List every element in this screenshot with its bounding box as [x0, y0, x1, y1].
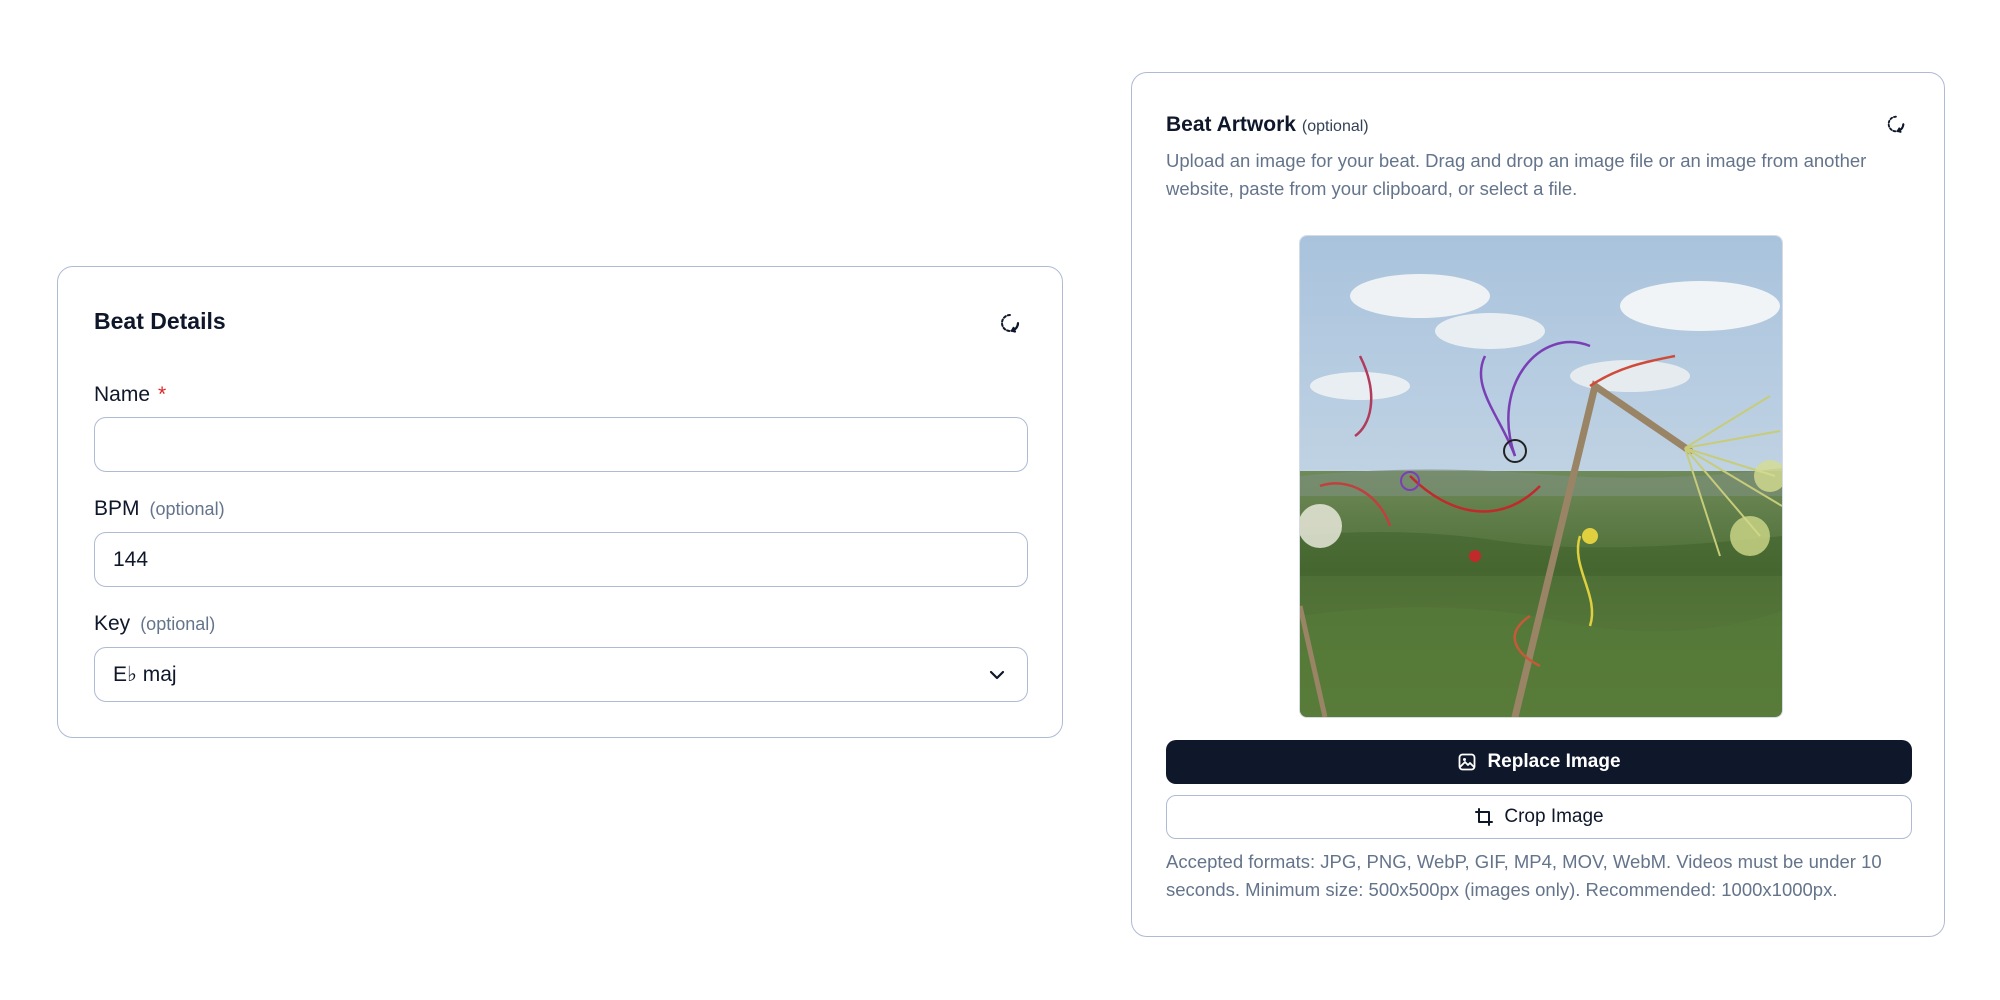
name-input[interactable] [94, 417, 1028, 472]
artwork-optional-hint: (optional) [1301, 118, 1369, 135]
required-marker: * [158, 383, 167, 406]
crop-image-label: Crop Image [1504, 806, 1604, 827]
beat-details-card: Beat Details Name * BPM (optional) Key (opt… [57, 266, 1063, 738]
name-label: Name * [94, 383, 166, 407]
bpm-optional-hint: (optional) [149, 499, 225, 519]
refresh-icon[interactable] [998, 311, 1022, 335]
beat-artwork-title: Beat Artwork (optional) [1166, 113, 1369, 137]
bpm-label-text: BPM [94, 497, 140, 520]
refresh-icon[interactable] [1885, 113, 1907, 135]
beat-artwork-title-text: Beat Artwork [1166, 113, 1296, 136]
replace-image-button[interactable]: Replace Image [1166, 740, 1912, 784]
replace-image-label: Replace Image [1487, 751, 1621, 772]
key-optional-hint: (optional) [140, 614, 216, 634]
image-icon [1457, 752, 1477, 772]
crop-icon [1474, 807, 1494, 827]
beat-details-title: Beat Details [94, 308, 226, 334]
crop-image-button[interactable]: Crop Image [1166, 795, 1912, 839]
key-label-text: Key [94, 612, 131, 635]
name-label-text: Name [94, 383, 151, 406]
key-select-value: E♭ maj [113, 663, 177, 686]
key-select[interactable]: E♭ maj [94, 647, 1028, 702]
chevron-down-icon [987, 665, 1007, 685]
beat-artwork-card: Beat Artwork (optional) Upload an image f… [1131, 72, 1945, 937]
artwork-preview-image [1299, 235, 1783, 718]
bpm-label: BPM (optional) [94, 497, 225, 521]
bpm-input[interactable] [94, 532, 1028, 587]
accepted-formats-note: Accepted formats: JPG, PNG, WebP, GIF, M… [1166, 851, 1882, 900]
artwork-description: Upload an image for your beat. Drag and … [1166, 150, 1867, 199]
key-label: Key (optional) [94, 612, 215, 636]
